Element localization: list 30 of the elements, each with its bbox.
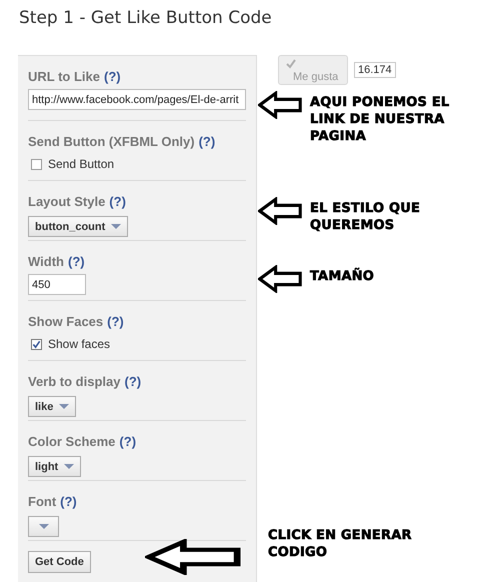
annotation-text: CLICK EN GENERAR CODIGO (268, 527, 413, 561)
width-field[interactable]: 450 (28, 274, 86, 295)
dropdown[interactable]: light (28, 456, 82, 477)
annotation-text: EL ESTILO QUE QUEREMOS (310, 200, 422, 234)
help-link[interactable]: (?) (119, 434, 136, 450)
field-label: Show Faces (28, 314, 104, 330)
dropdown[interactable]: button_count (28, 216, 128, 237)
field-label: URL to Like (28, 69, 100, 85)
page-title: Step 1 - Get Like Button Code (19, 8, 272, 28)
url-field[interactable]: http://www.facebook.com/pages/El-de-arrit (28, 89, 246, 110)
field-label: Font (28, 494, 56, 510)
help-link[interactable]: (?) (107, 314, 124, 330)
annotation-text: AQUI PONEMOS EL LINK DE NUESTRA PAGINA (310, 94, 450, 145)
field-label: Width (28, 254, 64, 270)
dropdown[interactable]: like (28, 396, 76, 417)
field-label: Layout Style (28, 194, 106, 210)
field-label: Color Scheme (28, 434, 116, 450)
get-code-button[interactable]: Get Code (28, 551, 91, 573)
checkbox-label: Show faces (48, 337, 110, 351)
field-label: Verb to display (28, 374, 120, 390)
help-link[interactable]: (?) (104, 69, 121, 85)
help-link[interactable]: (?) (60, 494, 77, 510)
help-link[interactable]: (?) (124, 374, 142, 390)
like-count: 16.174 (354, 62, 396, 78)
help-link[interactable]: (?) (198, 134, 216, 150)
field-label: Send Button (XFBML Only) (28, 134, 195, 150)
help-link[interactable]: (?) (68, 254, 85, 270)
help-link[interactable]: (?) (109, 194, 126, 210)
annotation-text: TAMAÑO (310, 266, 376, 285)
checkbox-label: Send Button (48, 157, 114, 171)
